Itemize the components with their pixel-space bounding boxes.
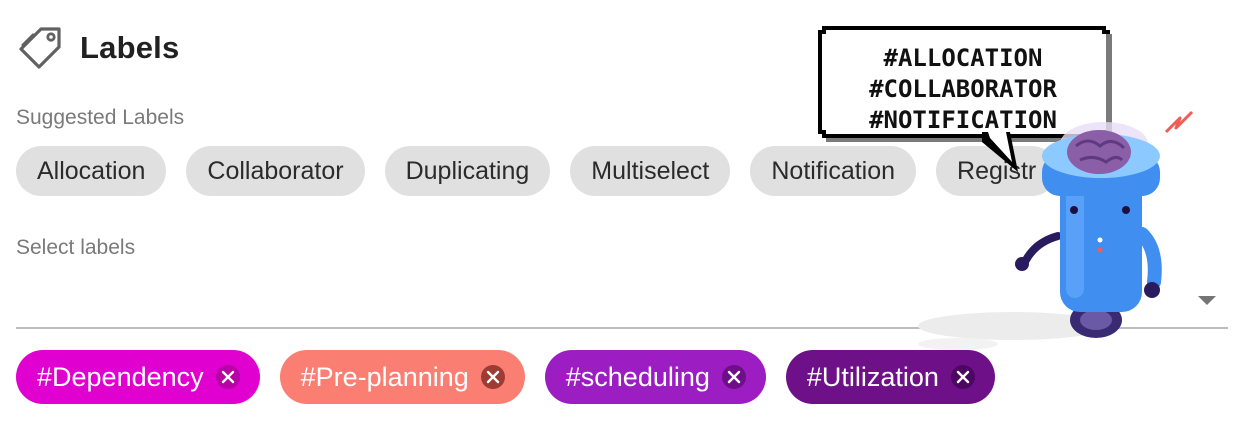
selected-label-chip[interactable]: #scheduling xyxy=(544,350,766,404)
selected-label-chip[interactable]: #Dependency xyxy=(16,350,260,404)
selected-label-chip[interactable]: #Pre-planning xyxy=(279,350,525,404)
suggested-labels-heading: Suggested Labels xyxy=(16,106,185,129)
remove-label-icon[interactable] xyxy=(215,365,240,389)
selected-label-text: #Dependency xyxy=(37,361,204,392)
bubble-line-3: #NOTIFICATION xyxy=(869,106,1057,134)
page-title: Labels xyxy=(80,30,180,65)
selected-label-text: #Utilization xyxy=(806,361,939,392)
remove-label-icon[interactable] xyxy=(721,365,746,389)
bubble-line-2: #COLLABORATOR xyxy=(869,75,1057,103)
remove-label-icon[interactable] xyxy=(950,365,975,389)
labels-header: Labels xyxy=(18,22,179,74)
select-labels-label: Select labels xyxy=(16,236,136,259)
suggested-chip-multiselect[interactable]: Multiselect xyxy=(570,146,731,196)
selected-label-text: #Pre-planning xyxy=(300,361,469,392)
bubble-line-1: #ALLOCATION xyxy=(884,44,1043,72)
remove-label-icon[interactable] xyxy=(480,365,505,389)
tag-icon xyxy=(18,24,66,72)
suggested-chip-allocation[interactable]: Allocation xyxy=(16,146,167,196)
selected-label-text: #scheduling xyxy=(565,361,710,392)
suggested-chip-collaborator[interactable]: Collaborator xyxy=(186,146,365,196)
robot-mascot-illustration: #ALLOCATION #COLLABORATOR #NOTIFICATION xyxy=(808,14,1228,364)
suggested-chip-duplicating[interactable]: Duplicating xyxy=(384,146,551,196)
